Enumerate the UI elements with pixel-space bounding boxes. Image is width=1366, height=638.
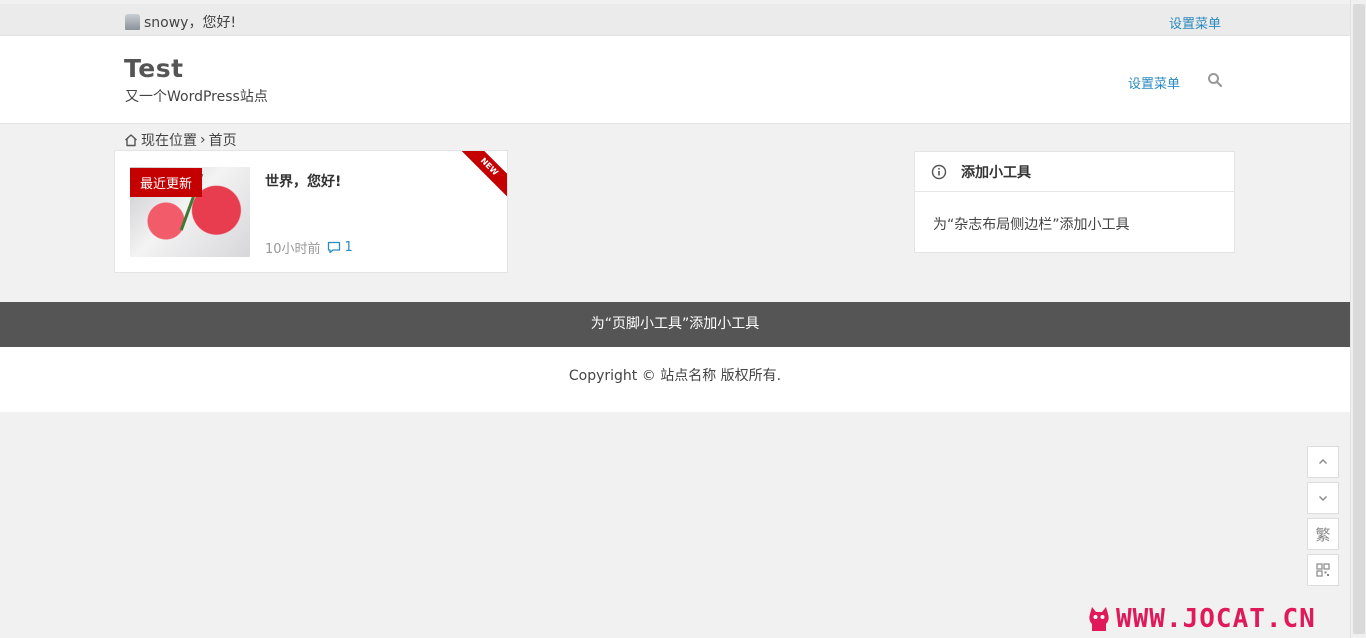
widget-title: 添加小工具 bbox=[961, 164, 1031, 181]
post-meta: 10小时前 1 bbox=[265, 238, 353, 257]
comment-count: 1 bbox=[344, 240, 353, 255]
avatar bbox=[125, 14, 140, 30]
footer-widgets: 为“页脚小工具”添加小工具 bbox=[0, 302, 1350, 347]
chevron-up-icon bbox=[1319, 459, 1327, 464]
post-card: 最近更新 世界，您好! 10小时前 1 NEW bbox=[114, 150, 508, 273]
chevron-down-icon bbox=[1319, 496, 1327, 501]
traditional-chinese-button[interactable]: 繁 bbox=[1307, 518, 1339, 550]
scroll-bottom-button[interactable] bbox=[1307, 482, 1339, 514]
top-menu-link[interactable]: 设置菜单 bbox=[1169, 13, 1221, 32]
comment-link[interactable]: 1 bbox=[327, 240, 353, 255]
widget-body: 为“杂志布局侧边栏”添加小工具 bbox=[933, 217, 1130, 233]
widget-header: 添加小工具 bbox=[915, 152, 1234, 192]
sidebar-widget: 添加小工具 为“杂志布局侧边栏”添加小工具 bbox=[914, 151, 1235, 253]
comment-icon bbox=[327, 241, 341, 254]
new-ribbon: NEW bbox=[453, 151, 507, 203]
breadcrumb-separator: › bbox=[200, 132, 206, 148]
greeting-text: snowy，您好! bbox=[144, 15, 237, 31]
footer-copyright: Copyright © 站点名称 版权所有. bbox=[0, 347, 1350, 412]
recent-update-tag: 最近更新 bbox=[130, 168, 203, 197]
breadcrumb-location: 现在位置 bbox=[141, 133, 197, 149]
post-title[interactable]: 世界，您好! bbox=[265, 171, 341, 191]
top-bar: snowy，您好! 设置菜单 bbox=[0, 4, 1350, 36]
breadcrumb: 现在位置 › 首页 bbox=[124, 130, 237, 150]
scrollbar-thumb[interactable] bbox=[1353, 4, 1365, 634]
site-title[interactable]: Test bbox=[124, 54, 184, 83]
nav-menu-link[interactable]: 设置菜单 bbox=[1128, 73, 1180, 92]
page-scrollbar[interactable] bbox=[1350, 0, 1366, 638]
site-header: Test 又一个WordPress站点 设置菜单 bbox=[0, 36, 1350, 124]
breadcrumb-home-link[interactable]: 首页 bbox=[209, 130, 237, 150]
user-greeting[interactable]: snowy，您好! bbox=[125, 12, 236, 32]
home-icon bbox=[124, 133, 138, 147]
cat-logo-icon bbox=[1089, 607, 1109, 631]
info-icon bbox=[931, 164, 947, 180]
scroll-top-button[interactable] bbox=[1307, 446, 1339, 478]
qrcode-icon bbox=[1316, 563, 1330, 577]
watermark-text: WWW.JOCAT.CN bbox=[1116, 604, 1316, 634]
post-time: 10小时前 bbox=[265, 242, 321, 257]
qrcode-button[interactable] bbox=[1307, 554, 1339, 586]
search-icon[interactable] bbox=[1207, 72, 1223, 88]
watermark: WWW.JOCAT.CN bbox=[1086, 604, 1316, 634]
site-description: 又一个WordPress站点 bbox=[125, 89, 268, 105]
